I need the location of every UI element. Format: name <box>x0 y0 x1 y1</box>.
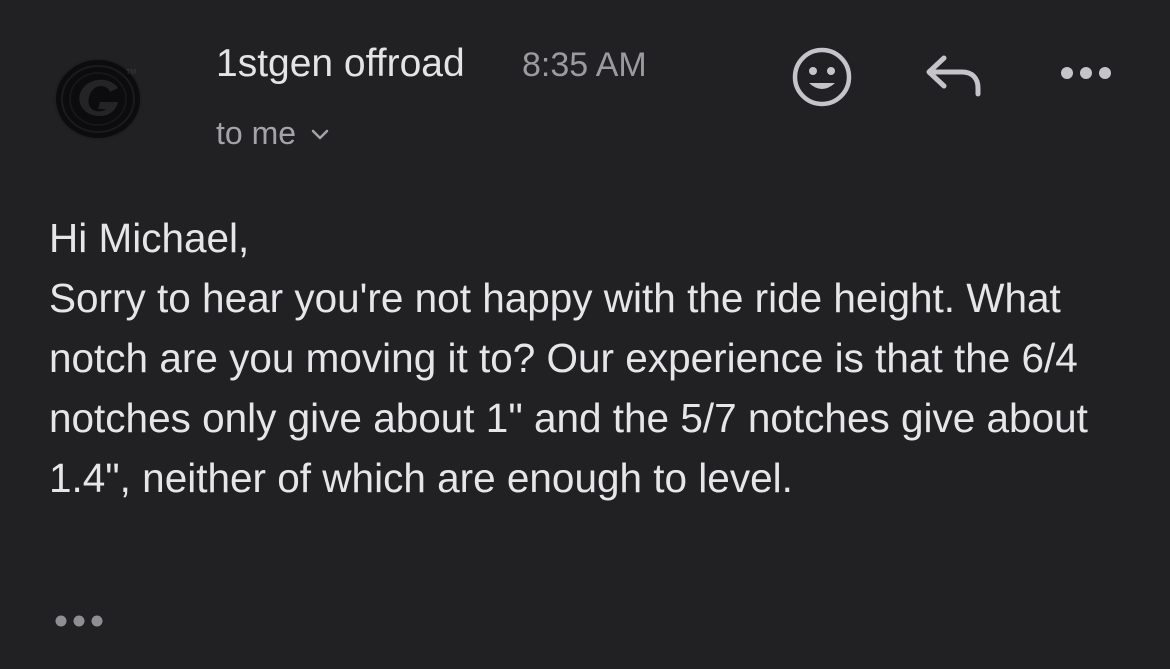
ellipsis-icon <box>55 615 103 627</box>
sender-name[interactable]: 1stgen offroad <box>216 40 465 88</box>
svg-text:TM: TM <box>126 69 136 76</box>
show-trimmed-content-button[interactable] <box>52 612 106 630</box>
more-horizontal-icon <box>1061 67 1111 79</box>
message-timestamp: 8:35 AM <box>522 46 647 84</box>
smiley-face-icon <box>792 47 852 107</box>
recipient-label: to me <box>216 115 297 151</box>
message-body: Hi Michael, Sorry to hear you're not hap… <box>49 208 1139 508</box>
sender-avatar[interactable]: TM <box>50 52 150 142</box>
reply-button[interactable] <box>922 50 984 100</box>
more-options-button[interactable] <box>1058 62 1114 84</box>
recipient-toggle[interactable]: to me <box>216 112 330 154</box>
chevron-down-icon <box>311 129 329 140</box>
tire-g-logo-icon: TM <box>54 58 142 140</box>
message-greeting: Hi Michael, <box>49 215 250 261</box>
add-reaction-button[interactable] <box>790 45 854 109</box>
message-paragraph: Sorry to hear you're not happy with the … <box>49 275 1088 501</box>
reply-arrow-icon <box>926 55 981 97</box>
